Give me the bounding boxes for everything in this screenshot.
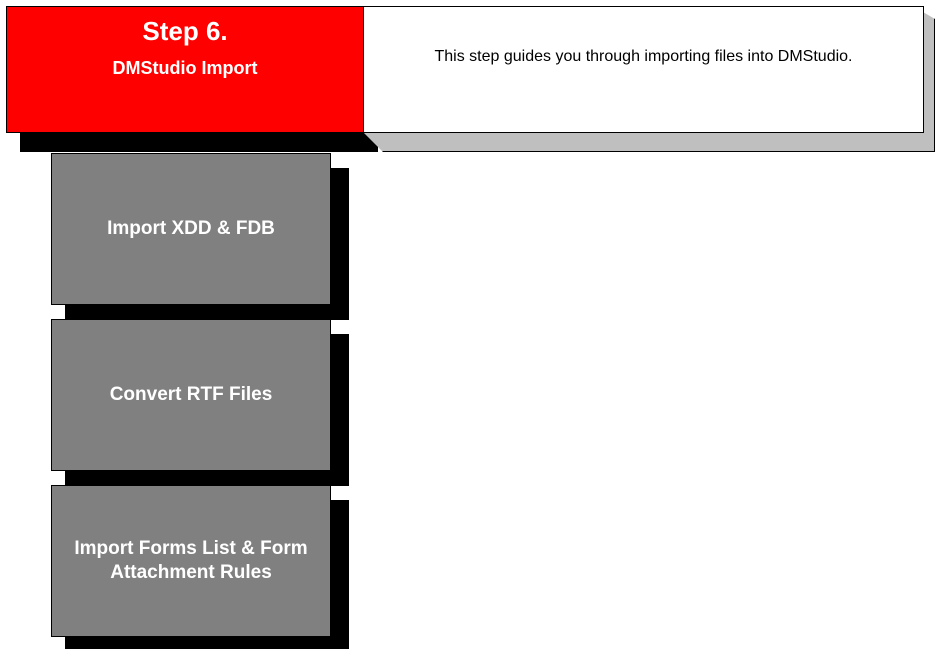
- convert-rtf-files-box[interactable]: Convert RTF Files: [51, 319, 331, 471]
- import-xdd-fdb-box[interactable]: Import XDD & FDB: [51, 153, 331, 305]
- step-header-shadow: [20, 133, 378, 152]
- import-forms-list-label: Import Forms List & Form Attachment Rule…: [74, 538, 308, 583]
- description-side-shadow: [923, 12, 935, 152]
- description-bottom-shadow: [364, 133, 935, 152]
- import-forms-list-box[interactable]: Import Forms List & Form Attachment Rule…: [51, 485, 331, 637]
- import-xdd-fdb-label: Import XDD & FDB: [107, 218, 275, 239]
- step-title: Step 6.: [142, 16, 228, 46]
- description-box: This step guides you through importing f…: [363, 6, 924, 133]
- convert-rtf-files-label: Convert RTF Files: [109, 384, 273, 405]
- step-header-box: Step 6. DMStudio Import: [6, 6, 364, 133]
- step-subtitle: DMStudio Import: [112, 58, 258, 78]
- description-text: This step guides you through importing f…: [434, 48, 853, 65]
